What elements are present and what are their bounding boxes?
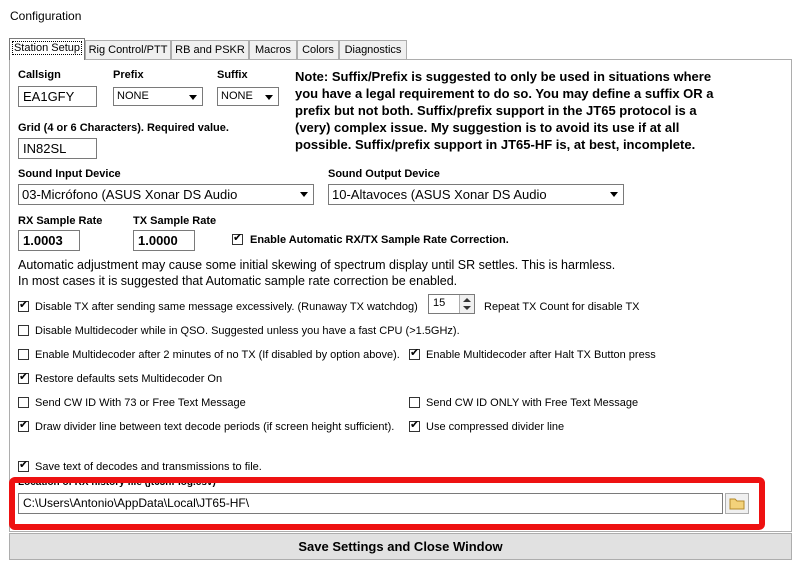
repeat-count-label: Repeat TX Count for disable TX bbox=[484, 301, 640, 313]
prefix-select[interactable]: NONE bbox=[113, 87, 203, 106]
chevron-down-icon[interactable] bbox=[262, 89, 277, 104]
grid-input[interactable]: IN82SL bbox=[18, 138, 97, 159]
sound-output-select[interactable]: 10-Altavoces (ASUS Xonar DS Audio bbox=[328, 184, 624, 205]
tab-macros[interactable]: Macros bbox=[249, 40, 297, 59]
sound-input-select[interactable]: 03-Micrófono (ASUS Xonar DS Audio bbox=[18, 184, 314, 205]
prefix-label: Prefix bbox=[113, 69, 144, 81]
chevron-down-icon[interactable] bbox=[186, 89, 201, 104]
spinner-buttons[interactable] bbox=[459, 295, 474, 313]
auto-adjust-text-1: Automatic adjustment may cause some init… bbox=[18, 258, 616, 272]
history-file-path-input[interactable]: C:\Users\Antonio\AppData\Local\JT65-HF\ bbox=[18, 493, 723, 514]
auto-sample-rate-checkbox[interactable] bbox=[232, 232, 243, 245]
send-cw-id-only-checkbox[interactable] bbox=[409, 397, 420, 408]
draw-divider-checkbox[interactable] bbox=[18, 419, 29, 432]
tab-rig-control[interactable]: Rig Control/PTT bbox=[85, 40, 171, 59]
send-cw-id-73-label: Send CW ID With 73 or Free Text Message bbox=[35, 397, 246, 409]
callsign-label: Callsign bbox=[18, 69, 61, 81]
send-cw-id-73-checkbox[interactable] bbox=[18, 397, 29, 408]
spin-up-icon[interactable] bbox=[463, 298, 471, 302]
send-cw-id-only-label: Send CW ID ONLY with Free Text Message bbox=[426, 397, 639, 409]
rx-sample-rate-label: RX Sample Rate bbox=[18, 215, 103, 227]
spin-down-icon[interactable] bbox=[463, 306, 471, 310]
compressed-divider-checkbox[interactable] bbox=[409, 419, 420, 432]
restore-defaults-label: Restore defaults sets Multidecoder On bbox=[35, 373, 223, 385]
auto-adjust-text-2: In most cases it is suggested that Autom… bbox=[18, 274, 458, 288]
tab-rb-pskr[interactable]: RB and PSKR bbox=[171, 40, 249, 59]
suffix-prefix-note: Note: Suffix/Prefix is suggested to only… bbox=[295, 69, 714, 152]
draw-divider-label: Draw divider line between text decode pe… bbox=[35, 421, 395, 433]
suffix-select[interactable]: NONE bbox=[217, 87, 279, 106]
chevron-down-icon[interactable] bbox=[297, 186, 312, 203]
enable-multidecoder-halt-label: Enable Multidecoder after Halt TX Button… bbox=[426, 349, 656, 361]
tx-sample-rate-input[interactable]: 1.0000 bbox=[133, 230, 195, 251]
tab-colors[interactable]: Colors bbox=[297, 40, 339, 59]
disable-tx-label: Disable TX after sending same message ex… bbox=[35, 301, 418, 313]
callsign-input[interactable]: EA1GFY bbox=[18, 86, 97, 107]
disable-multidecoder-qso-label: Disable Multidecoder while in QSO. Sugge… bbox=[35, 325, 460, 337]
grid-label: Grid (4 or 6 Characters). Required value… bbox=[18, 122, 229, 134]
save-text-checkbox[interactable] bbox=[18, 459, 29, 472]
compressed-divider-label: Use compressed divider line bbox=[426, 421, 565, 433]
restore-defaults-checkbox[interactable] bbox=[18, 371, 29, 384]
suffix-label: Suffix bbox=[217, 69, 248, 81]
chevron-down-icon[interactable] bbox=[607, 186, 622, 203]
save-text-label: Save text of decodes and transmissions t… bbox=[35, 461, 262, 473]
folder-icon bbox=[729, 498, 745, 510]
disable-tx-checkbox[interactable] bbox=[18, 299, 29, 312]
repeat-count-spinner[interactable]: 15 bbox=[428, 294, 475, 314]
window-title: Configuration bbox=[10, 9, 82, 23]
tab-diagnostics[interactable]: Diagnostics bbox=[339, 40, 407, 59]
browse-folder-button[interactable] bbox=[725, 493, 749, 514]
sound-input-label: Sound Input Device bbox=[18, 168, 121, 180]
enable-multidecoder-halt-checkbox[interactable] bbox=[409, 347, 420, 360]
auto-sample-rate-label: Enable Automatic RX/TX Sample Rate Corre… bbox=[250, 234, 509, 246]
sound-output-label: Sound Output Device bbox=[328, 168, 440, 180]
save-settings-button[interactable]: Save Settings and Close Window bbox=[9, 533, 792, 560]
tab-station-setup[interactable]: Station Setup bbox=[9, 38, 85, 60]
disable-multidecoder-qso-checkbox[interactable] bbox=[18, 325, 29, 336]
rx-sample-rate-input[interactable]: 1.0003 bbox=[18, 230, 80, 251]
tx-sample-rate-label: TX Sample Rate bbox=[133, 215, 217, 227]
enable-multidecoder-2min-label: Enable Multidecoder after 2 minutes of n… bbox=[35, 349, 400, 361]
enable-multidecoder-2min-checkbox[interactable] bbox=[18, 349, 29, 360]
